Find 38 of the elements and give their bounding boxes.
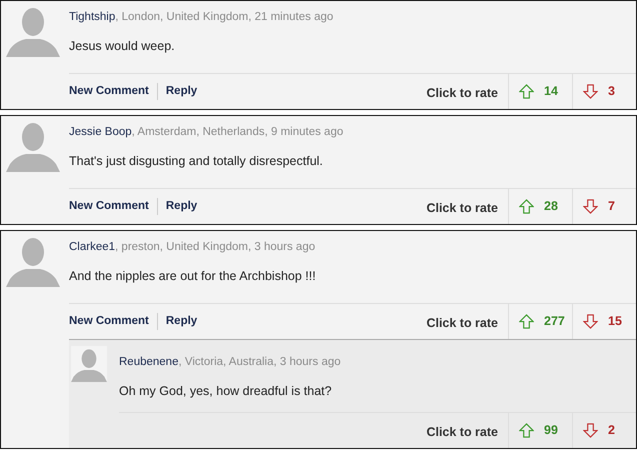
down-arrow-icon[interactable] (583, 423, 598, 438)
comment-action-link[interactable]: Reply (158, 312, 206, 330)
down-arrow-icon[interactable] (583, 314, 598, 329)
comment-action-link[interactable]: New Comment (69, 82, 158, 100)
comment-action-link[interactable]: Reply (158, 82, 206, 100)
down-vote-count: 3 (608, 83, 615, 100)
comment-meta: , London, United Kingdom, 21 minutes ago (115, 11, 334, 23)
author-name[interactable]: Clarkee1 (69, 241, 116, 253)
author-name[interactable]: Reubenene (119, 356, 178, 368)
author-name[interactable]: Jessie Boop (69, 126, 132, 138)
comment-meta: , Amsterdam, Netherlands, 9 minutes ago (132, 126, 344, 138)
up-vote-count: 99 (544, 422, 558, 440)
comment-meta: , Victoria, Australia, 3 hours ago (178, 356, 341, 368)
rate-label: Click to rate (426, 85, 499, 102)
up-vote-count: 277 (544, 313, 565, 330)
up-arrow-icon[interactable] (519, 423, 534, 438)
down-arrow-icon[interactable] (583, 199, 598, 214)
rate-label: Click to rate (426, 200, 499, 218)
comment-meta: , preston, United Kingdom, 3 hours ago (115, 241, 316, 253)
rate-label: Click to rate (426, 315, 499, 332)
rate-label: Click to rate (426, 424, 499, 442)
up-arrow-icon[interactable] (519, 84, 534, 99)
down-vote-count: 2 (608, 422, 615, 440)
down-arrow-icon[interactable] (583, 84, 598, 99)
down-vote-count: 7 (608, 198, 615, 216)
comment-text: And the nipples are out for the Archbishop !!! (69, 268, 317, 285)
author-name[interactable]: Tightship (69, 11, 116, 23)
up-vote-count: 28 (544, 198, 558, 216)
down-vote-count: 15 (608, 313, 622, 330)
up-vote-count: 14 (544, 83, 558, 100)
comment-action-link[interactable]: New Comment (69, 198, 158, 216)
comment-text: Oh my God, yes, how dreadful is that? (119, 383, 333, 400)
comment-action-link[interactable]: Reply (158, 198, 206, 216)
comment-action-link[interactable]: New Comment (69, 312, 158, 330)
comment-text: That's just disgusting and totally disrespectful. (69, 153, 324, 170)
up-arrow-icon[interactable] (519, 314, 534, 329)
up-arrow-icon[interactable] (519, 199, 534, 214)
comment-text: Jesus would weep. (69, 38, 176, 55)
